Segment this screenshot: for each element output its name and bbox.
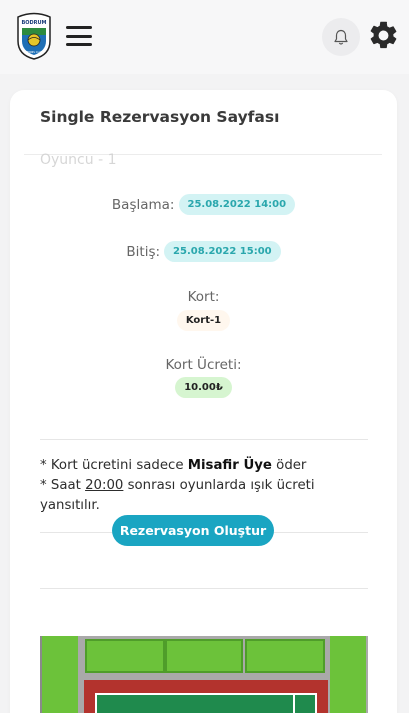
start-row: Başlama: 25.08.2022 14:00 [10, 194, 397, 215]
hamburger-menu-icon[interactable] [66, 26, 92, 46]
club-logo[interactable]: BODRUM TENNIS CLUB [14, 11, 54, 60]
end-label: Bitiş: [126, 243, 161, 260]
reservation-card: Single Rezervasyon Sayfası Başlama: 25.0… [10, 90, 397, 713]
logo-subtext: TENNIS CLUB [25, 50, 42, 54]
guest-member-text: Misafir Üye [187, 458, 272, 473]
note-guest-fee: * Kort ücretini sadece Misafir Üye öder [40, 458, 307, 473]
fee-row: 10.00₺ [10, 377, 397, 398]
court-badge: Kort-1 [176, 310, 231, 331]
court-label: Kort: [10, 289, 397, 305]
gear-icon[interactable] [367, 19, 400, 52]
page-title: Single Rezervasyon Sayfası [40, 108, 280, 126]
player-label: Oyuncu - 1 [40, 152, 117, 168]
create-reservation-button[interactable]: Rezervasyon Oluştur [112, 515, 274, 546]
fee-label-text: Kort Ücreti: [165, 357, 242, 373]
divider [40, 439, 368, 440]
court-label-text: Kort: [187, 289, 220, 305]
court-map[interactable] [40, 636, 368, 713]
light-time: 20:00 [85, 478, 124, 493]
notification-button[interactable] [322, 18, 360, 56]
start-label: Başlama: [111, 196, 175, 213]
court-row: Kort-1 [10, 310, 397, 331]
top-navbar: BODRUM TENNIS CLUB [0, 0, 409, 74]
note-light-fee: * Saat 20:00 sonrası oyunlarda ışık ücre… [40, 478, 315, 513]
bell-icon [334, 29, 348, 45]
fee-badge: 10.00₺ [175, 377, 232, 398]
info-notes: * Kort ücretini sadece Misafir Üye öder … [40, 456, 340, 516]
end-row: Bitiş: 25.08.2022 15:00 [10, 241, 397, 262]
logo-text: BODRUM [21, 20, 46, 26]
divider [40, 588, 368, 589]
end-badge: 25.08.2022 15:00 [164, 241, 281, 262]
start-badge: 25.08.2022 14:00 [178, 194, 296, 215]
fee-label: Kort Ücreti: [10, 357, 397, 373]
